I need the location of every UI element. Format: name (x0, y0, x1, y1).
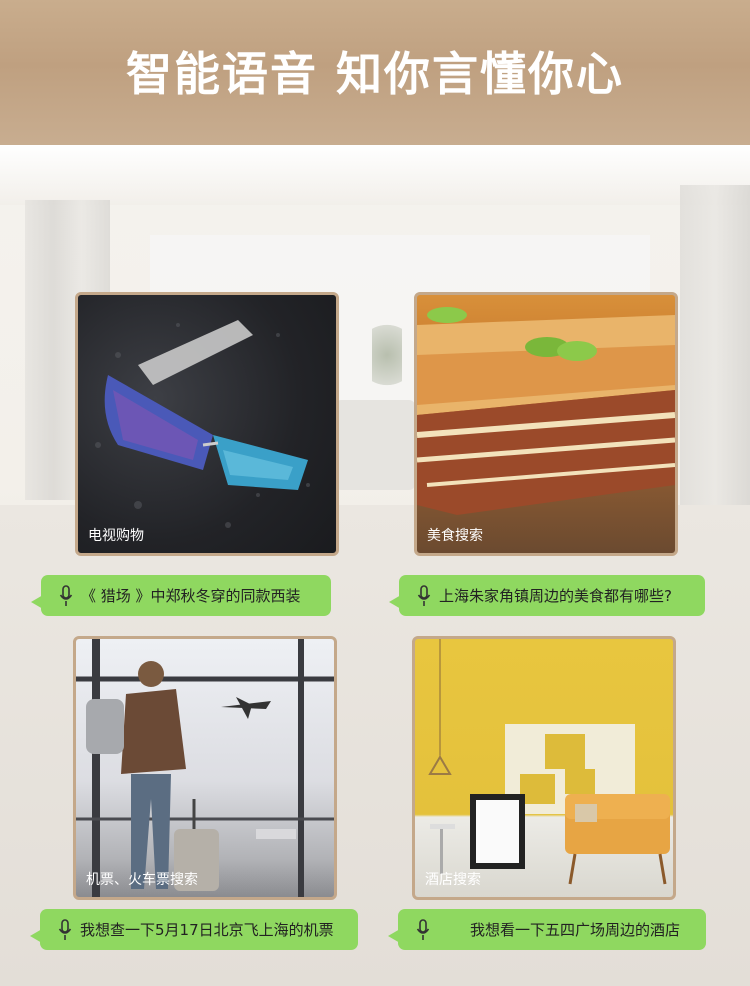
card-food-search[interactable]: 美食搜索 (414, 292, 678, 556)
yellow-room-illustration (428, 639, 670, 885)
microphone-icon (58, 918, 72, 940)
card-ticket-search[interactable]: 机票、火车票搜索 (73, 636, 337, 900)
microphone-icon (416, 918, 430, 940)
card-label: 电视购物 (88, 528, 144, 544)
card-tv-shopping[interactable]: 电视购物 (75, 292, 339, 556)
header-banner: 智能语音 知你言懂你心 (0, 0, 750, 145)
microphone-icon (59, 584, 73, 606)
microphone-icon (417, 584, 431, 606)
voice-query-bubble[interactable]: 《 猎场 》中郑秋冬穿的同款西装 (31, 575, 331, 616)
page-title: 智能语音 知你言懂你心 (125, 47, 624, 101)
voice-query-text: 我想看一下五四广场周边的酒店 (470, 921, 681, 939)
card-label: 美食搜索 (427, 528, 483, 544)
voice-query-text: 《 猎场 》中郑秋冬穿的同款西装 (81, 587, 301, 605)
lasagna-illustration (417, 307, 675, 515)
voice-query-text: 上海朱家角镇周边的美食都有哪些? (439, 587, 672, 605)
airport-illustration (76, 639, 334, 897)
card-label: 酒店搜索 (425, 872, 481, 888)
sunglasses-illustration (95, 320, 310, 528)
voice-query-bubble[interactable]: 上海朱家角镇周边的美食都有哪些? (389, 575, 705, 616)
voice-query-text: 我想查一下5月17日北京飞上海的机票 (80, 921, 334, 939)
voice-query-bubble[interactable]: 我想查一下5月17日北京飞上海的机票 (30, 909, 358, 950)
voice-query-bubble[interactable]: 我想看一下五四广场周边的酒店 (388, 909, 706, 950)
card-label: 机票、火车票搜索 (86, 872, 198, 888)
card-hotel-search[interactable]: 酒店搜索 (412, 636, 676, 900)
